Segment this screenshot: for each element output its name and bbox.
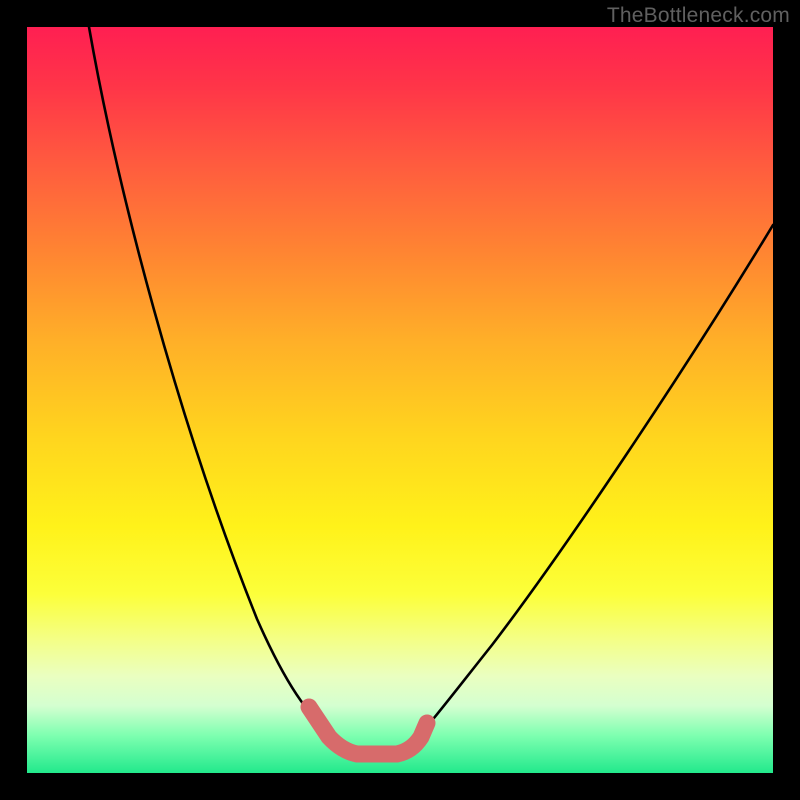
chart-frame: TheBottleneck.com	[0, 0, 800, 800]
plot-area	[27, 27, 773, 773]
watermark-text: TheBottleneck.com	[607, 4, 790, 28]
left-curve	[89, 27, 353, 751]
curve-layer	[27, 27, 773, 773]
right-curve	[409, 225, 773, 747]
trough-marker	[309, 707, 427, 754]
